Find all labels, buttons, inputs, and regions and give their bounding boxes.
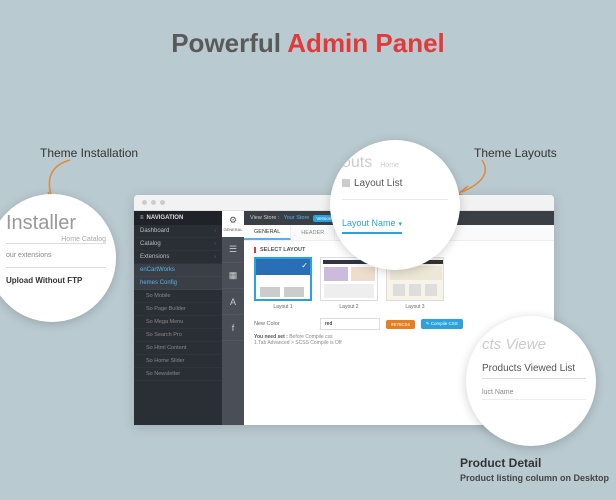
sidebar-item-label: So Mobile (146, 293, 170, 299)
sidebar-item-encartworks[interactable]: enCartWorks (134, 264, 222, 277)
zoom-theme-layouts: outs Home Layout List Layout Name▾ (330, 140, 460, 270)
sidebar-item-label: enCartWorks (140, 267, 175, 273)
sidebar-item-dashboard[interactable]: Dashboard › (134, 225, 222, 238)
new-color-label: New Color (254, 321, 314, 327)
window-dot[interactable] (160, 200, 165, 205)
facebook-icon: f (232, 323, 235, 333)
layout-list-label: Layout List (354, 178, 402, 189)
installer-upload-label: Upload Without FTP (6, 276, 106, 285)
layouts-fade: outs (342, 154, 372, 171)
sidebar-item-label: So Html Content (146, 345, 186, 351)
installer-row: our extensions (6, 252, 106, 259)
products-viewed-title: Products Viewed List (482, 363, 586, 379)
store-link[interactable]: Your Store (284, 215, 310, 221)
chevron-down-icon: ▾ (399, 221, 403, 228)
gear-icon: ⚙ (229, 215, 237, 226)
title-part2: Admin Panel (287, 28, 444, 58)
layout-name-link[interactable]: Layout Name▾ (342, 218, 402, 234)
sidebar-item-label: Catalog (140, 241, 161, 247)
zoom-product-detail: cts Viewe Products Viewed List luct Name (466, 316, 596, 446)
chevron-right-icon: › (214, 254, 216, 260)
tab-header[interactable]: HEADER (291, 225, 335, 240)
navigation-sidebar: ≡ NAVIGATION Dashboard › Catalog › Extensi… (134, 211, 222, 425)
note-line2: 1.Tab Advanced > SCSS Compile is Off (254, 340, 342, 346)
label-product-detail: Product Detail Product listing column on… (460, 456, 609, 483)
iconbar-general[interactable]: ⚙GENERAL (222, 211, 244, 237)
layout-card-1[interactable]: ✓ Layout 1 (254, 257, 312, 310)
sidebar-item-so-search-pro[interactable]: So Search Pro (134, 329, 222, 342)
layout-name-label: Layout Name (342, 218, 396, 228)
compile-label: Compile CSS (431, 321, 458, 326)
grid-icon: ▦ (229, 270, 238, 281)
sidebar-item-label: So Search Pro (146, 332, 182, 338)
chevron-right-icon: › (214, 228, 216, 234)
sidebar-item-themes-config[interactable]: hemes Config (134, 277, 222, 290)
sidebar-item-label: So Page Builder (146, 306, 186, 312)
installer-breadcrumb: Home Catalog (61, 236, 106, 243)
page-title: Powerful Admin Panel (0, 0, 616, 59)
layout-caption: Layout 3 (386, 304, 444, 310)
title-part1: Powerful (171, 28, 287, 58)
layout-thumb-1: ✓ (254, 257, 312, 301)
font-icon: A (230, 297, 236, 307)
sidebar-item-label: So Mega Menu (146, 319, 183, 325)
sidebar-item-label: hemes Config (140, 280, 177, 286)
products-row: luct Name (482, 389, 586, 400)
layout-caption: Layout 2 (320, 304, 378, 310)
layout-caption: Layout 1 (254, 304, 312, 310)
menu-icon[interactable]: ≡ (140, 215, 144, 221)
sidebar-item-label: So Newsletter (146, 371, 180, 377)
hex-color-button[interactable]: #E76C04 (386, 320, 415, 329)
hex-value: #E76C04 (391, 322, 410, 327)
tab-general[interactable]: GENERAL (244, 225, 291, 240)
iconbar-social[interactable]: f (222, 315, 244, 341)
chevron-right-icon: › (214, 241, 216, 247)
sidebar-item-label: Extensions (140, 254, 169, 260)
sidebar-item-so-newsletter[interactable]: So Newsletter (134, 368, 222, 381)
sidebar-header-label: NAVIGATION (147, 215, 184, 221)
sidebar-item-label: Dashboard (140, 228, 169, 234)
iconbar-bars[interactable]: ☰ (222, 237, 244, 263)
sidebar-item-extensions[interactable]: Extensions › (134, 251, 222, 264)
compile-css-button[interactable]: ✎ Compile CSS (421, 319, 463, 329)
check-icon: ✓ (301, 261, 308, 270)
products-fade: cts Viewe (482, 336, 586, 353)
window-dot[interactable] (142, 200, 147, 205)
sidebar-header: ≡ NAVIGATION (134, 211, 222, 225)
layout-list-title: Layout List (342, 178, 448, 189)
sidebar-item-so-html-content[interactable]: So Html Content (134, 342, 222, 355)
sidebar-item-catalog[interactable]: Catalog › (134, 238, 222, 251)
new-color-input[interactable] (320, 318, 380, 330)
view-store-label: View Store : (250, 215, 280, 221)
window-dot[interactable] (151, 200, 156, 205)
sidebar-item-so-home-slider[interactable]: So Home Slider (134, 355, 222, 368)
sidebar-item-so-mega-menu[interactable]: So Mega Menu (134, 316, 222, 329)
label-product-detail-sub: Product listing column on Desktop (460, 473, 609, 483)
sidebar-item-label: So Home Slider (146, 358, 185, 364)
sidebar-item-so-mobile[interactable]: So Mobile (134, 290, 222, 303)
installer-title: Installer (6, 212, 106, 235)
square-icon (342, 179, 350, 187)
iconbar-label: GENERAL (223, 227, 242, 232)
label-product-detail-title: Product Detail (460, 456, 541, 470)
sidebar-item-so-page-builder[interactable]: So Page Builder (134, 303, 222, 316)
iconbar-font[interactable]: A (222, 289, 244, 315)
bars-icon: ☰ (229, 244, 237, 255)
zoom-theme-installation: Installer Home Catalog our extensions Up… (0, 194, 116, 322)
layouts-home: Home (380, 162, 399, 169)
iconbar-grid[interactable]: ▦ (222, 263, 244, 289)
section-iconbar: ⚙GENERAL ☰ ▦ A f (222, 211, 244, 425)
